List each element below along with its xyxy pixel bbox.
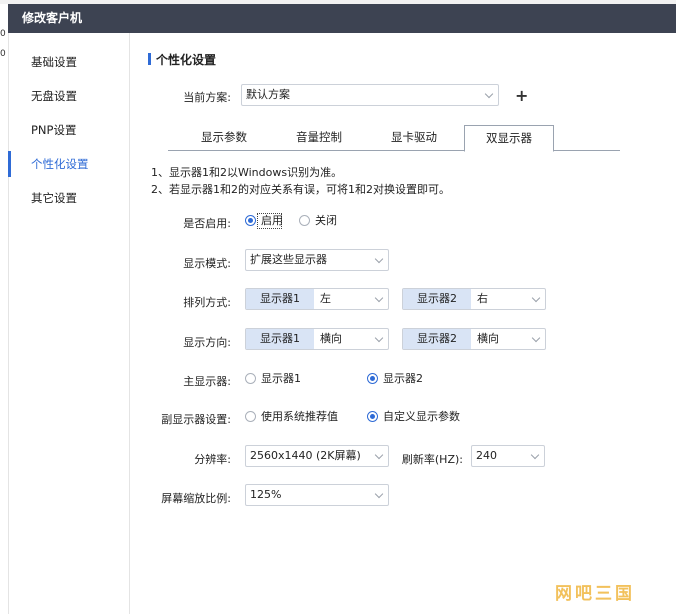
arrange-monitor2-select[interactable]: 显示器2 右 (402, 288, 546, 310)
radio-checked-icon (367, 373, 378, 384)
chevron-down-icon (531, 293, 541, 303)
arrange-monitor1-select[interactable]: 显示器1 左 (245, 288, 389, 310)
scale-select[interactable]: 125% (245, 484, 389, 506)
resolution-select[interactable]: 2560x1440 (2K屏幕) (245, 445, 389, 467)
scheme-value: 默认方案 (246, 88, 290, 101)
window-titlebar: 修改客户机 (8, 4, 676, 33)
radio-checked-icon (367, 411, 378, 422)
chevron-down-icon (484, 89, 494, 99)
chevron-down-icon (374, 450, 384, 460)
section-title: 个性化设置 (148, 51, 216, 68)
main-panel: 个性化设置 当前方案: 默认方案 + 显示参数 音量控制 显卡驱动 双显示器 1… (131, 33, 676, 614)
orientation-label: 显示方向: (183, 336, 231, 349)
monitor1-tag: 显示器1 (246, 289, 314, 309)
display-mode-value: 扩展这些显示器 (250, 253, 327, 266)
orientation-monitor1-select[interactable]: 显示器1 横向 (245, 328, 389, 350)
sidebar-item-personalization[interactable]: 个性化设置 (8, 147, 130, 181)
orientation-monitor2-select[interactable]: 显示器2 横向 (402, 328, 546, 350)
primary-monitor-label: 主显示器: (183, 375, 231, 388)
tab-dual-monitor[interactable]: 双显示器 (464, 125, 554, 152)
radio-checked-icon (245, 215, 256, 226)
edge-char: 0 (0, 29, 6, 39)
enable-off-label: 关闭 (315, 214, 337, 227)
sidebar-item-basic[interactable]: 基础设置 (9, 45, 130, 79)
refresh-rate-value: 240 (476, 449, 497, 462)
scheme-select[interactable]: 默认方案 (241, 84, 499, 106)
chevron-down-icon (531, 333, 541, 343)
radio-unchecked-icon (299, 215, 310, 226)
chevron-down-icon (374, 254, 384, 264)
chevron-down-icon (374, 333, 384, 343)
primary-monitor1-label: 显示器1 (261, 372, 301, 385)
secondary-recommended-radio[interactable]: 使用系统推荐值 (245, 409, 338, 425)
chevron-down-icon (374, 293, 384, 303)
primary-monitor1-radio[interactable]: 显示器1 (245, 371, 301, 387)
resolution-value: 2560x1440 (2K屏幕) (250, 449, 361, 462)
radio-unchecked-icon (245, 411, 256, 422)
scale-value: 125% (250, 488, 282, 501)
orientation-monitor1-value: 横向 (320, 332, 342, 345)
scale-label: 屏幕缩放比例: (161, 492, 231, 505)
watermark-logo: 网吧三国 (555, 584, 635, 604)
secondary-custom-label: 自定义显示参数 (383, 410, 460, 423)
edge-char: 0 (0, 49, 6, 59)
tab-bar: 显示参数 音量控制 显卡驱动 双显示器 (168, 125, 620, 152)
secondary-custom-radio[interactable]: 自定义显示参数 (367, 409, 460, 425)
enable-on-radio[interactable]: 启用 (245, 213, 283, 229)
note-line-2: 2、若显示器1和2的对应关系有误，可将1和2对换设置即可。 (151, 183, 450, 196)
scheme-label: 当前方案: (183, 91, 231, 104)
secondary-recommended-label: 使用系统推荐值 (261, 410, 338, 423)
arrange-monitor2-value: 右 (477, 292, 488, 305)
arrange-label: 排列方式: (183, 296, 231, 309)
chevron-down-icon (374, 489, 384, 499)
tab-volume[interactable]: 音量控制 (272, 125, 366, 151)
refresh-rate-select[interactable]: 240 (471, 445, 545, 467)
sidebar-item-other[interactable]: 其它设置 (9, 181, 130, 215)
display-mode-label: 显示模式: (183, 257, 231, 270)
add-scheme-icon[interactable]: + (515, 86, 528, 105)
monitor2-tag: 显示器2 (403, 289, 471, 309)
resolution-label: 分辨率: (194, 453, 231, 466)
orientation-monitor2-value: 横向 (477, 332, 499, 345)
tab-gpu-driver[interactable]: 显卡驱动 (366, 125, 462, 151)
primary-monitor2-label: 显示器2 (383, 372, 423, 385)
secondary-settings-label: 副显示器设置: (161, 413, 231, 426)
sidebar-item-pnp[interactable]: PNP设置 (9, 113, 130, 147)
sidebar: 基础设置 无盘设置 PNP设置 个性化设置 其它设置 (8, 33, 130, 614)
enable-label: 是否启用: (183, 217, 231, 230)
sidebar-item-diskless[interactable]: 无盘设置 (9, 79, 130, 113)
enable-off-radio[interactable]: 关闭 (299, 213, 337, 229)
display-mode-select[interactable]: 扩展这些显示器 (245, 249, 389, 271)
refresh-rate-label: 刷新率(HZ): (401, 453, 463, 466)
tab-display-params[interactable]: 显示参数 (176, 125, 272, 151)
note-line-1: 1、显示器1和2以Windows识别为准。 (151, 166, 343, 179)
monitor1-tag: 显示器1 (246, 329, 314, 349)
radio-unchecked-icon (245, 373, 256, 384)
enable-on-label: 启用 (261, 214, 283, 227)
chevron-down-icon (530, 450, 540, 460)
arrange-monitor1-value: 左 (320, 292, 331, 305)
monitor2-tag: 显示器2 (403, 329, 471, 349)
primary-monitor2-radio[interactable]: 显示器2 (367, 371, 423, 387)
window-title: 修改客户机 (22, 11, 83, 25)
background-edge: 0 0 (0, 24, 6, 64)
